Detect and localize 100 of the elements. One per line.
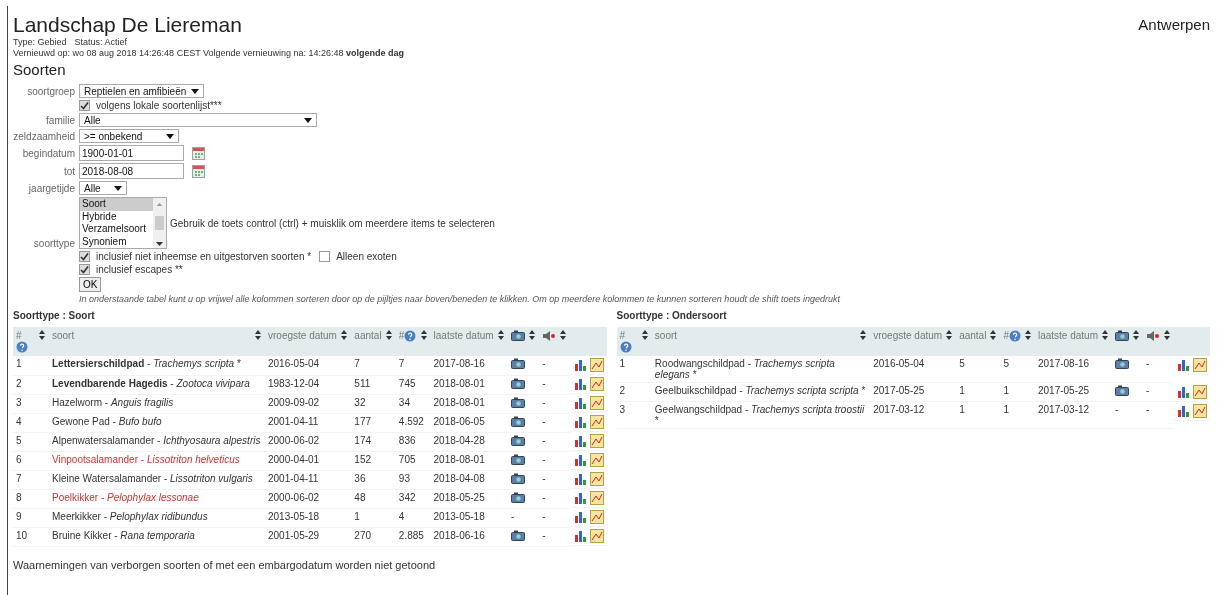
bar-chart-icon[interactable] bbox=[1177, 384, 1190, 398]
refresh-info: Vernieuwd op: wo 08 aug 2018 14:26:48 CEST Volgende vernieuwing na: 14:26:48 volgende dag bbox=[13, 48, 406, 59]
species-link[interactable]: Alpenwatersalamander - Ichthyosaura alpestris bbox=[49, 432, 265, 451]
column-header[interactable]: # bbox=[13, 327, 49, 356]
column-header[interactable]: # bbox=[395, 327, 431, 356]
column-header[interactable]: soort bbox=[651, 327, 871, 356]
help-icon[interactable] bbox=[404, 330, 417, 342]
list-option[interactable]: Synoniem bbox=[80, 235, 153, 248]
dropdown[interactable]: Alle bbox=[79, 181, 127, 195]
sort-icon[interactable] bbox=[559, 330, 568, 340]
sort-instructions: In onderstaande tabel kunt u op vrijwel alle kolommen sorteren door op de pijltjes naar boven/beneden te klikken. Om op meerdere kolommen te kunnen sorteren houdt de shift toets ingedrukt bbox=[79, 294, 840, 304]
help-icon[interactable] bbox=[619, 341, 632, 353]
column-header[interactable]: aantal bbox=[351, 327, 396, 356]
species-link[interactable]: Roodwangschildpad - Trachemys scripta elegans* bbox=[651, 356, 871, 383]
species-link[interactable]: Geelbuikschildpad - Trachemys scripta scripta* bbox=[651, 382, 871, 402]
checkbox[interactable] bbox=[79, 264, 90, 275]
checkbox[interactable] bbox=[79, 251, 90, 262]
species-link[interactable]: Geelwangschildpad - Trachemys scripta troostii* bbox=[651, 401, 871, 429]
sort-icon bbox=[38, 330, 46, 340]
table-cell: 6 bbox=[13, 451, 49, 470]
table-cell: - bbox=[542, 377, 546, 389]
list-option[interactable]: Hybride bbox=[80, 210, 153, 223]
list-option[interactable]: Soort bbox=[80, 198, 153, 211]
calendar-icon[interactable] bbox=[192, 146, 205, 160]
table-cell: 1 bbox=[956, 401, 1001, 429]
species-link[interactable]: Lettersierschildpad - Trachemys scripta* bbox=[49, 356, 265, 375]
sort-icon bbox=[945, 330, 954, 340]
dropdown[interactable]: Alle bbox=[79, 113, 317, 127]
calendar-icon[interactable] bbox=[192, 164, 205, 178]
map-icon[interactable] bbox=[589, 453, 604, 467]
map-icon[interactable] bbox=[589, 491, 604, 505]
bar-chart-icon[interactable] bbox=[573, 529, 587, 542]
map-icon[interactable] bbox=[589, 415, 604, 429]
map-icon[interactable] bbox=[1193, 403, 1207, 418]
sort-icon bbox=[254, 330, 262, 340]
help-icon[interactable] bbox=[16, 341, 28, 353]
dropdown[interactable]: Reptielen en amfibieën bbox=[79, 84, 204, 98]
bar-chart-icon[interactable] bbox=[573, 415, 587, 428]
species-link[interactable]: Meerkikker - Pelophylax ridibundus bbox=[49, 508, 265, 527]
sort-icon[interactable] bbox=[1163, 330, 1171, 340]
column-header[interactable]: vroegste datum bbox=[265, 327, 352, 356]
table-cell: 3 bbox=[616, 401, 652, 429]
checkbox[interactable] bbox=[79, 100, 90, 111]
camera-icon[interactable] bbox=[511, 453, 525, 465]
dropdown[interactable]: >= onbekend bbox=[79, 129, 179, 143]
bar-chart-icon[interactable] bbox=[573, 453, 587, 466]
bar-chart-icon[interactable] bbox=[573, 434, 587, 447]
column-header[interactable]: soort bbox=[49, 327, 265, 356]
species-link[interactable]: Bruine Kikker - Rana temporaria bbox=[49, 527, 265, 546]
camera-icon[interactable] bbox=[511, 491, 525, 503]
bar-chart-icon[interactable] bbox=[1177, 358, 1190, 371]
column-header[interactable]: laatste datum bbox=[430, 327, 508, 356]
species-link[interactable]: Vinpootsalamander - Lissotriton helveticus bbox=[49, 451, 265, 470]
map-icon[interactable] bbox=[589, 358, 604, 372]
bar-chart-icon[interactable] bbox=[573, 377, 587, 390]
bar-chart-icon[interactable] bbox=[1177, 403, 1190, 417]
ok-button[interactable]: OK bbox=[79, 277, 102, 292]
column-header[interactable]: aantal bbox=[956, 327, 1001, 356]
column-header[interactable]: # bbox=[616, 327, 652, 356]
map-icon[interactable] bbox=[589, 472, 604, 486]
column-header[interactable]: laatste datum bbox=[1034, 327, 1112, 356]
camera-icon[interactable] bbox=[511, 529, 525, 541]
sort-icon[interactable] bbox=[528, 330, 537, 340]
bar-chart-icon[interactable] bbox=[573, 491, 587, 504]
column-header[interactable]: vroegste datum bbox=[870, 327, 957, 356]
camera-icon[interactable] bbox=[511, 434, 525, 446]
camera-icon[interactable] bbox=[511, 358, 525, 369]
map-icon[interactable] bbox=[589, 529, 604, 543]
help-icon[interactable] bbox=[1008, 330, 1021, 342]
map-icon[interactable] bbox=[589, 396, 604, 410]
date-field[interactable]: 2018-08-08 bbox=[79, 163, 184, 179]
scrollbar-drawing[interactable] bbox=[153, 198, 166, 248]
map-icon[interactable] bbox=[589, 510, 604, 524]
species-link[interactable]: Levendbarende Hagedis - Zootoca vivipara bbox=[49, 375, 265, 394]
camera-icon[interactable] bbox=[1115, 385, 1129, 396]
date-field[interactable]: 1900-01-01 bbox=[79, 145, 184, 161]
camera-icon[interactable] bbox=[511, 396, 525, 408]
species-link[interactable]: Kleine Watersalamander - Lissotriton vulgaris bbox=[49, 470, 265, 489]
checkbox[interactable] bbox=[319, 251, 331, 262]
bar-chart-icon[interactable] bbox=[573, 358, 587, 371]
bar-chart-icon[interactable] bbox=[573, 396, 587, 409]
list-option[interactable]: Verzamelsoort bbox=[80, 223, 153, 236]
table-cell: 2017-05-25 bbox=[870, 382, 957, 402]
bar-chart-icon[interactable] bbox=[573, 510, 587, 523]
camera-icon[interactable] bbox=[511, 377, 525, 389]
map-icon[interactable] bbox=[1193, 358, 1207, 372]
camera-icon[interactable] bbox=[1115, 358, 1129, 369]
column-header[interactable]: # bbox=[1000, 327, 1035, 356]
table-cell: 7 bbox=[13, 470, 49, 489]
bar-chart-icon[interactable] bbox=[573, 472, 587, 485]
listbox[interactable]: Soort Hybride Verzamelsoort Synoniem bbox=[79, 197, 167, 249]
species-link[interactable]: Gewone Pad - Bufo bufo bbox=[49, 413, 265, 432]
map-icon[interactable] bbox=[589, 377, 604, 391]
map-icon[interactable] bbox=[589, 434, 604, 448]
map-icon[interactable] bbox=[1193, 384, 1207, 399]
species-link[interactable]: Hazelworm - Anguis fragilis bbox=[49, 394, 265, 413]
species-link[interactable]: Poelkikker - Pelophylax lessonae bbox=[49, 489, 265, 508]
camera-icon[interactable] bbox=[511, 472, 525, 484]
sort-icon[interactable] bbox=[1132, 330, 1140, 340]
camera-icon[interactable] bbox=[511, 415, 525, 427]
